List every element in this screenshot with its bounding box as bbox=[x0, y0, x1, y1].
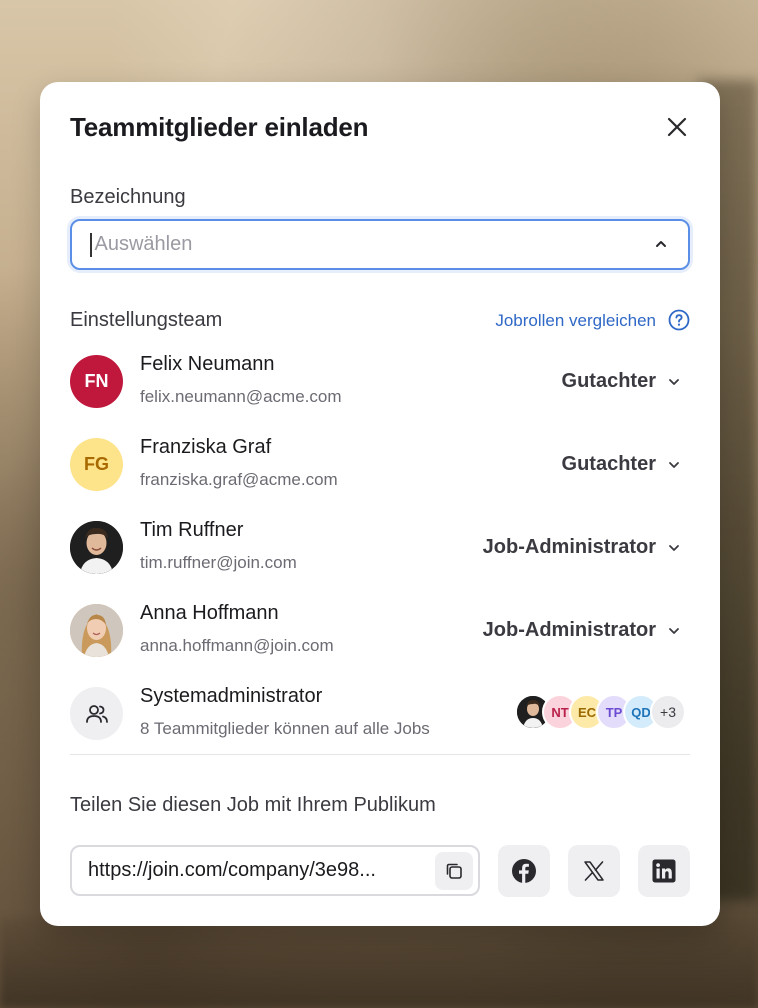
team-member-row: FN Felix Neumann felix.neumann@acme.com … bbox=[70, 353, 690, 411]
member-name: Tim Ruffner bbox=[140, 519, 244, 541]
role-label: Gutachter bbox=[561, 370, 656, 392]
hiring-team-label: Einstellungsteam bbox=[70, 309, 223, 331]
chevron-down-icon bbox=[669, 627, 679, 634]
help-circle-icon[interactable] bbox=[668, 309, 690, 331]
job-url-field[interactable]: https://join.com/company/3e98... bbox=[70, 845, 480, 896]
text-caret bbox=[90, 232, 92, 257]
team-member-row: FG Franziska Graf franziska.graf@acme.co… bbox=[70, 436, 690, 494]
chevron-down-icon bbox=[669, 544, 679, 551]
member-name: Anna Hoffmann bbox=[140, 602, 279, 624]
x-icon bbox=[584, 861, 604, 881]
copy-button[interactable] bbox=[435, 852, 473, 890]
chevron-down-icon bbox=[669, 461, 679, 468]
avatar: FG bbox=[70, 438, 123, 491]
person-photo-icon bbox=[70, 521, 123, 574]
chevron-up-icon bbox=[656, 241, 666, 247]
role-label: Gutachter bbox=[561, 453, 656, 475]
avatar-stack[interactable]: NT EC TP QD +3 bbox=[515, 694, 686, 730]
chevron-down-icon bbox=[669, 378, 679, 385]
invite-modal: Teammitglieder einladen Bezeichnung Ausw… bbox=[40, 82, 720, 926]
close-button[interactable] bbox=[662, 112, 692, 142]
compare-roles-link[interactable]: Jobrollen vergleichen bbox=[495, 311, 656, 331]
facebook-share-button[interactable] bbox=[498, 845, 550, 897]
member-email: felix.neumann@acme.com bbox=[140, 387, 342, 406]
role-dropdown[interactable]: Job-Administrator bbox=[483, 619, 680, 642]
x-share-button[interactable] bbox=[568, 845, 620, 897]
team-member-row: Tim Ruffner tim.ruffner@join.com Job-Adm… bbox=[70, 519, 690, 577]
share-label: Teilen Sie diesen Job mit Ihrem Publikum bbox=[70, 794, 436, 816]
sysadmin-description: 8 Teammitglieder können auf alle Jobs bbox=[140, 719, 430, 738]
role-dropdown[interactable]: Gutachter bbox=[562, 370, 680, 393]
avatar bbox=[70, 521, 123, 574]
person-photo-icon bbox=[70, 604, 123, 657]
avatar bbox=[70, 604, 123, 657]
designation-placeholder: Auswählen bbox=[94, 233, 193, 255]
member-name: Franziska Graf bbox=[140, 436, 272, 458]
role-dropdown[interactable]: Job-Administrator bbox=[483, 536, 680, 559]
background-ground bbox=[0, 918, 758, 1008]
member-email: anna.hoffmann@join.com bbox=[140, 636, 334, 655]
linkedin-icon bbox=[652, 859, 676, 883]
facebook-icon bbox=[512, 859, 536, 883]
linkedin-share-button[interactable] bbox=[638, 845, 690, 897]
role-label: Job-Administrator bbox=[482, 619, 656, 641]
sysadmin-name: Systemadministrator bbox=[140, 685, 323, 707]
users-icon bbox=[85, 704, 108, 723]
more-count-badge: +3 bbox=[650, 694, 686, 730]
member-email: tim.ruffner@join.com bbox=[140, 553, 297, 572]
close-icon bbox=[667, 117, 687, 137]
users-icon-avatar bbox=[70, 687, 123, 740]
divider bbox=[70, 754, 690, 755]
designation-select[interactable]: Auswählen bbox=[70, 219, 690, 270]
team-member-row: Anna Hoffmann anna.hoffmann@join.com Job… bbox=[70, 602, 690, 660]
role-dropdown[interactable]: Gutachter bbox=[562, 453, 680, 476]
role-label: Job-Administrator bbox=[482, 536, 656, 558]
avatar: FN bbox=[70, 355, 123, 408]
member-name: Felix Neumann bbox=[140, 353, 275, 375]
copy-icon bbox=[446, 863, 462, 879]
designation-label: Bezeichnung bbox=[70, 186, 186, 208]
member-email: franziska.graf@acme.com bbox=[140, 470, 338, 489]
modal-title: Teammitglieder einladen bbox=[70, 112, 369, 142]
job-url: https://join.com/company/3e98... bbox=[88, 859, 376, 881]
